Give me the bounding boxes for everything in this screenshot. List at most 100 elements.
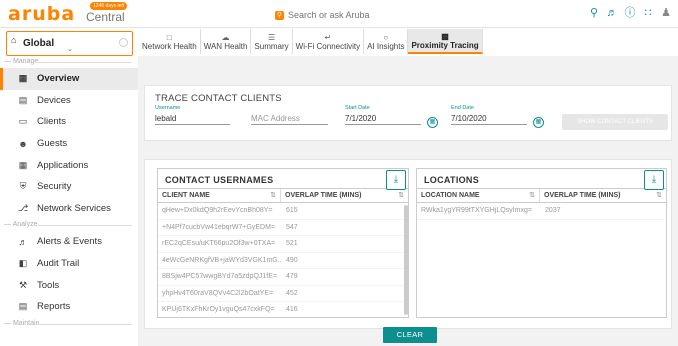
sidebar-item-label: Clients [37, 116, 67, 128]
table-row[interactable]: qHew+Dx0kdQ9h2rEevYcnBh08Y= 615 [158, 203, 408, 220]
clear-button[interactable]: CLEAR [383, 327, 437, 343]
sidebar-item-security[interactable]: ⛨ Security [0, 176, 138, 198]
bell-icon[interactable]: ♬ [606, 6, 618, 20]
users-icon: ☻ [18, 138, 28, 149]
search-icon[interactable]: ⚲ [588, 6, 600, 20]
list-icon: ☰ [267, 32, 276, 42]
calendar-icon[interactable]: ▦ [533, 117, 544, 128]
mac-address-input[interactable]: MAC Address [251, 112, 328, 125]
sidebar-item-label: Audit Trail [37, 258, 80, 270]
calendar-icon[interactable]: ▦ [427, 117, 438, 128]
panel-title: CONTACT USERNAMES [165, 175, 274, 185]
report-icon: ▤ [18, 301, 28, 312]
sort-icon[interactable]: ⇅ [529, 189, 535, 203]
show-contact-clients-button[interactable]: SHOW CONTACT CLIENTS [562, 114, 668, 130]
sidebar-item-overview[interactable]: ▦ Overview [0, 68, 138, 90]
sidebar-item-label: Applications [37, 159, 89, 171]
start-date-label: Start Date [345, 105, 370, 111]
dashboard-tabs: □ Network Health ☁ WAN Health ☰ Summary … [139, 29, 483, 54]
username-label: Username [155, 105, 181, 111]
sort-icon[interactable]: ⇅ [398, 189, 404, 203]
bell-icon: ♬ [18, 236, 28, 247]
help-icon[interactable]: ⓘ [624, 6, 636, 20]
search-bar[interactable]: ⚲ [275, 7, 425, 23]
table-row[interactable]: yhpHv4T60raV8QVv4C2l2bOatYE= 452 [158, 286, 408, 302]
download-button[interactable]: ⤓ [386, 170, 406, 190]
username-input[interactable]: lebald [155, 112, 230, 125]
table-row[interactable]: 8BSjw4PC57wwgBYd7a5zdpQJ1fE= 479 [158, 269, 408, 286]
shield-icon: ⛨ [19, 181, 27, 192]
top-icons: ⚲ ♬ ⓘ ∷ ♟ [588, 6, 672, 20]
tab-label: Wi-Fi Connectivity [295, 41, 361, 51]
top-bar: aruba 1246 days left Central ⚲ ⚲ ♬ ⓘ ∷ ♟ [0, 0, 678, 28]
tab-wan-health[interactable]: ☁ WAN Health [201, 29, 252, 54]
download-icon: ⤓ [651, 174, 657, 185]
results-card: CONTACT USERNAMES ⤓ CLIENT NAME ⇅ OVERLAP… [144, 159, 672, 329]
sidebar-item-alerts-events[interactable]: ♬ Alerts & Events [0, 231, 138, 253]
table-row[interactable]: rEC2qCEsu/uKT66pu2Of3w+0TXA= 521 [158, 236, 408, 253]
chevron-down-icon[interactable]: ⌄ [67, 45, 73, 53]
panel-title: LOCATIONS [424, 175, 480, 185]
column-header-client-name[interactable]: CLIENT NAME ⇅ [158, 189, 282, 203]
tab-label: AI Insights [367, 41, 405, 51]
start-date-input[interactable]: 7/1/2020 [345, 112, 421, 125]
tab-proximity-tracing[interactable]: ▩ Proximity Tracing [408, 29, 483, 54]
aruba-logo[interactable]: aruba [8, 3, 75, 25]
mac-address-field[interactable]: MAC Address [251, 105, 328, 125]
tab-label: Summary [254, 41, 289, 51]
trace-title: TRACE CONTACT CLIENTS [155, 93, 282, 104]
contact-usernames-panel: CONTACT USERNAMES ⤓ CLIENT NAME ⇅ OVERLAP… [157, 168, 409, 318]
wifi-icon: ↵ [324, 32, 332, 42]
table-header: CLIENT NAME ⇅ OVERLAP TIME (MINS) ⇅ [158, 189, 408, 203]
table-row[interactable]: RWka1ygYR99tTXYGHjLQsyImxg= 2037 [417, 203, 666, 220]
tab-summary[interactable]: ☰ Summary [251, 29, 293, 54]
sort-icon[interactable]: ⇅ [656, 189, 662, 203]
column-header-overlap-time[interactable]: OVERLAP TIME (MINS) ⇅ [281, 189, 408, 202]
wrench-icon: ⚒ [18, 279, 28, 290]
sidebar-item-tools[interactable]: ⚒ Tools [0, 274, 138, 296]
sidebar-item-reports[interactable]: ▤ Reports [0, 296, 138, 318]
global-selector[interactable]: ⌂ Global ⌄ [6, 31, 133, 56]
search-input[interactable] [288, 10, 418, 20]
end-date-input[interactable]: 7/10/2020 [451, 112, 527, 125]
network-icon: ⎇ [17, 202, 29, 213]
sidebar-item-network-services[interactable]: ⎇ Network Services [0, 198, 138, 220]
table-row[interactable]: +N4Pf7cucbVw41ebqrW7+GyEDM= 547 [158, 220, 408, 236]
section-label-maintain: — Maintain [0, 318, 138, 330]
tab-label: WAN Health [203, 41, 248, 51]
table-row[interactable]: 4eWcGeNRKgfVB+jaWYd3VGK1mG... 490 [158, 253, 408, 269]
sidebar-item-applications[interactable]: ▦ Applications [0, 154, 138, 176]
trace-contact-card: TRACE CONTACT CLIENTS Username lebald MA… [144, 85, 672, 141]
trial-badge: 1246 days left [90, 2, 128, 10]
user-icon[interactable]: ♟ [660, 6, 672, 20]
download-button[interactable]: ⤓ [644, 170, 664, 190]
locations-panel: LOCATIONS ⤓ LOCATION NAME ⇅ OVERLAP TIME … [416, 168, 667, 318]
panel-header: CONTACT USERNAMES ⤓ [158, 169, 408, 190]
scrollbar[interactable] [404, 205, 408, 315]
sidebar-item-label: Alerts & Events [37, 236, 102, 248]
column-header-overlap-time[interactable]: OVERLAP TIME (MINS) ⇅ [540, 189, 666, 202]
tab-label: Proximity Tracing [411, 40, 479, 50]
start-date-field[interactable]: Start Date 7/1/2020 [345, 105, 421, 125]
tab-ai-insights[interactable]: ○ AI Insights [364, 29, 409, 54]
end-date-field[interactable]: End Date 7/10/2020 [451, 105, 527, 125]
apps-grid-icon[interactable]: ∷ [642, 6, 654, 20]
sidebar-item-label: Overview [37, 73, 80, 85]
sidebar-item-devices[interactable]: ▤ Devices [0, 90, 138, 112]
logo-subtitle: Central [86, 10, 125, 24]
section-label-analyze: — Analyze [0, 219, 138, 231]
table-header: LOCATION NAME ⇅ OVERLAP TIME (MINS) ⇅ [417, 189, 666, 203]
sidebar-item-audit-trail[interactable]: ◧ Audit Trail [0, 253, 138, 275]
sidebar-item-guests[interactable]: ☻ Guests [0, 133, 138, 155]
phone-icon: ▩ [441, 31, 449, 41]
tab-network-health[interactable]: □ Network Health [139, 29, 201, 54]
sidebar: — Manage ▦ Overview ▤ Devices ▭ Clients … [0, 56, 138, 346]
tab-wifi-connectivity[interactable]: ↵ Wi-Fi Connectivity [293, 29, 365, 54]
column-header-location-name[interactable]: LOCATION NAME ⇅ [417, 189, 541, 203]
apps-icon: ▦ [18, 159, 28, 170]
search-icon: ⚲ [275, 10, 284, 20]
username-field[interactable]: Username lebald [155, 105, 230, 125]
table-row[interactable]: KPUj6TKxFhKrOy1vguQs47cxkFQ= 416 [158, 302, 408, 317]
sidebar-item-clients[interactable]: ▭ Clients [0, 111, 138, 133]
sort-icon[interactable]: ⇅ [270, 189, 276, 203]
